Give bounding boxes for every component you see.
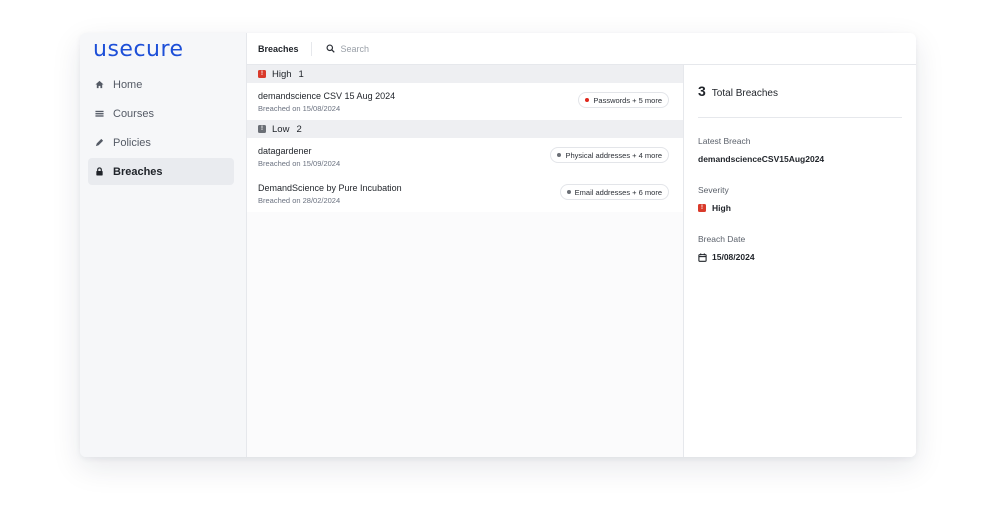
detail-panel: 3 Total Breaches Latest Breach demandsci…	[684, 65, 916, 457]
breach-date-label: Breach Date	[698, 234, 746, 244]
app-window: usecure Home Courses Policies Breaches B…	[80, 33, 916, 457]
badge-label: Email addresses + 6 more	[574, 187, 662, 197]
search-icon[interactable]	[326, 40, 335, 58]
sidebar-item-label: Courses	[113, 107, 154, 120]
policies-icon	[94, 138, 104, 148]
group-count: 1	[298, 68, 304, 80]
breach-date-value: 15/08/2024	[698, 252, 755, 262]
group-count: 2	[296, 123, 302, 135]
group-label: Low	[272, 123, 290, 135]
total-breaches: 3 Total Breaches	[698, 83, 778, 99]
search-input[interactable]	[334, 43, 541, 54]
list-item[interactable]: demandscience CSV 15 Aug 2024 Breached o…	[247, 83, 683, 120]
severity-value: ! High	[698, 203, 731, 213]
group-label: High	[272, 68, 292, 80]
sidebar: usecure Home Courses Policies Breaches	[80, 33, 246, 457]
sidebar-item-policies[interactable]: Policies	[88, 129, 234, 156]
status-dot-icon	[566, 190, 571, 194]
divider	[698, 117, 902, 118]
sidebar-item-label: Policies	[113, 136, 151, 149]
breach-name: DemandScience by Pure Incubation	[258, 183, 402, 193]
data-classes-badge: Email addresses + 6 more	[559, 184, 669, 200]
total-count: 3	[698, 83, 706, 99]
group-header-high: ! High 1	[247, 65, 683, 83]
sidebar-item-courses[interactable]: Courses	[88, 100, 234, 127]
severity-label: Severity	[698, 185, 729, 195]
badge-label: Passwords + 5 more	[593, 95, 662, 105]
topbar: Breaches	[247, 33, 916, 65]
status-dot-icon	[585, 98, 590, 102]
calendar-icon	[698, 252, 707, 262]
sidebar-item-label: Home	[113, 78, 143, 91]
list-item[interactable]: datagardener Breached on 15/09/2024 Phys…	[247, 138, 683, 175]
breach-list: ! High 1 demandscience CSV 15 Aug 2024 B…	[247, 65, 684, 457]
main-panel: Breaches ! High 1 demandscience CSV 15 A…	[246, 33, 916, 457]
lock-icon	[94, 167, 104, 177]
breach-date: Breached on 15/09/2024	[258, 159, 341, 168]
page-title: Breaches	[247, 41, 312, 56]
search-box	[326, 40, 541, 58]
breach-name: demandscience CSV 15 Aug 2024	[258, 91, 396, 101]
home-icon	[94, 80, 104, 90]
group-header-low: ! Low 2	[247, 120, 683, 138]
total-label: Total Breaches	[711, 88, 778, 99]
latest-breach-label: Latest Breach	[698, 136, 751, 146]
sidebar-item-label: Breaches	[113, 165, 163, 178]
high-severity-icon: !	[258, 70, 266, 78]
data-classes-badge: Physical addresses + 4 more	[550, 147, 669, 163]
sidebar-item-breaches[interactable]: Breaches	[88, 158, 234, 185]
sidebar-nav: Home Courses Policies Breaches	[88, 71, 234, 187]
breach-name: datagardener	[258, 146, 312, 156]
list-item[interactable]: DemandScience by Pure Incubation Breache…	[247, 175, 683, 212]
breach-date: Breached on 15/08/2024	[258, 104, 341, 113]
severity-text: High	[712, 203, 731, 213]
breach-date-text: 15/08/2024	[712, 252, 755, 262]
status-dot-icon	[557, 153, 562, 157]
breach-date: Breached on 28/02/2024	[258, 196, 341, 205]
sidebar-item-home[interactable]: Home	[88, 71, 234, 98]
high-severity-icon: !	[698, 204, 706, 212]
data-classes-badge: Passwords + 5 more	[578, 92, 669, 108]
logo: usecure	[93, 37, 184, 62]
courses-icon	[94, 109, 104, 119]
badge-label: Physical addresses + 4 more	[565, 150, 662, 160]
low-severity-icon: !	[258, 125, 266, 133]
latest-breach-value: demandscienceCSV15Aug2024	[698, 154, 825, 164]
